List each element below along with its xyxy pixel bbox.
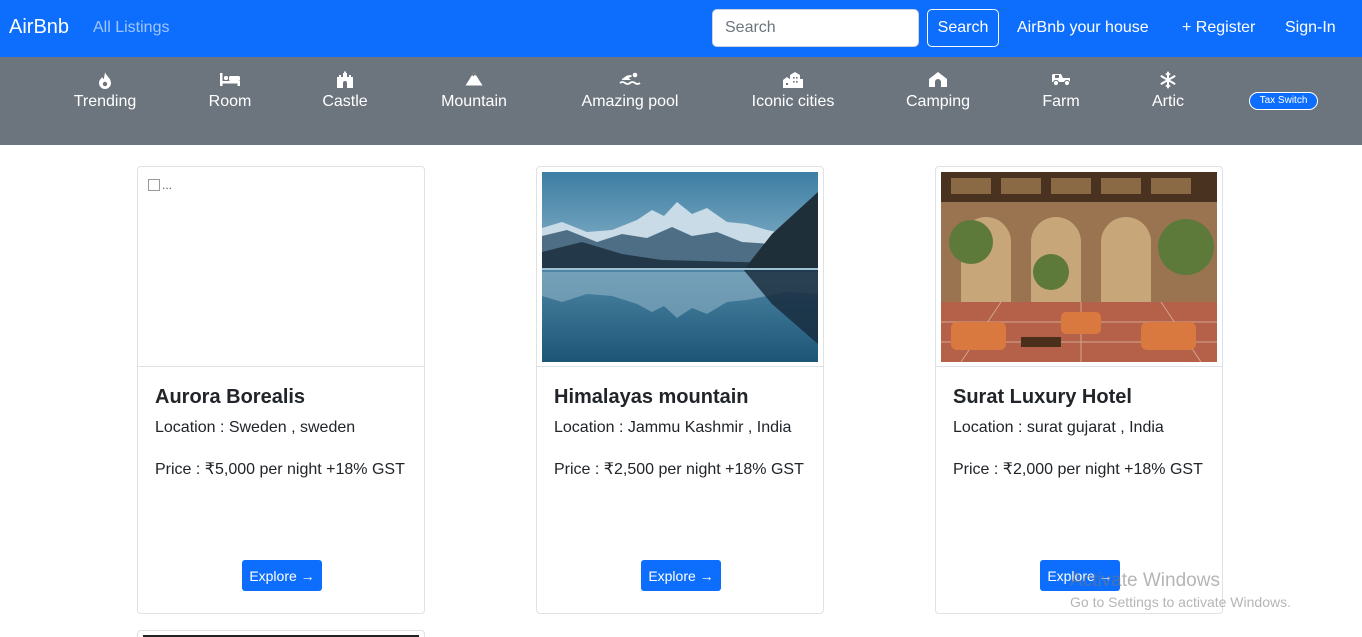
explore-button[interactable]: Explore → (641, 560, 721, 591)
listing-price: Price : ₹5,000 per night +18% GST (155, 461, 405, 478)
search-input[interactable] (712, 9, 919, 47)
filter-amazing-pool[interactable]: Amazing pool (570, 71, 690, 111)
filter-room[interactable]: Room (170, 71, 290, 111)
listing-location: Location : Jammu Kashmir , India (554, 419, 792, 436)
listing-price: Price : ₹2,500 per night +18% GST (554, 461, 804, 478)
bed-icon (170, 71, 290, 91)
filter-label: Camping (905, 93, 971, 110)
hotel-lobby-image[interactable] (941, 172, 1217, 362)
listing-title: Aurora Borealis (155, 386, 306, 408)
watermark-title: Activate Windows (1070, 570, 1220, 591)
listing-card[interactable] (137, 630, 425, 637)
category-filter-bar: Trending Room Castle Mountain Amazing po… (0, 57, 1362, 145)
city-icon (733, 71, 853, 91)
castle-icon (285, 71, 405, 91)
search-button[interactable]: Search (927, 9, 999, 47)
filter-label: Iconic cities (751, 93, 835, 110)
listing-image-frame (537, 167, 823, 367)
all-listings-link[interactable]: All Listings (93, 19, 169, 37)
fire-icon (45, 71, 165, 91)
listing-location: Location : surat gujarat , India (953, 419, 1164, 436)
filter-iconic-cities[interactable]: Iconic cities (733, 71, 853, 111)
listing-image-frame (936, 167, 1222, 367)
listing-title: Himalayas mountain (554, 386, 749, 408)
filter-label: Mountain (441, 93, 507, 110)
filter-farm[interactable]: Farm (1001, 71, 1121, 111)
listing-location: Location : Sweden , sweden (155, 419, 356, 436)
swimmer-icon (570, 71, 690, 91)
broken-image-icon (148, 179, 160, 191)
broken-image-alt: ... (148, 178, 172, 192)
mountain-icon (414, 71, 534, 91)
snowflake-icon (1108, 71, 1228, 91)
brand-logo[interactable]: AirBnb (9, 16, 69, 39)
sign-in-link[interactable]: Sign-In (1285, 19, 1336, 37)
listing-card[interactable]: ... Aurora Borealis Location : Sweden , … (137, 166, 425, 614)
tax-switch-toggle[interactable]: Tax Switch (1249, 92, 1318, 110)
top-navbar: AirBnb All Listings Search AirBnb your h… (0, 0, 1362, 57)
listing-image-frame: ... (138, 167, 424, 367)
filter-label: Artic (1152, 93, 1184, 110)
tent-icon (878, 71, 998, 91)
airbnb-your-house-link[interactable]: AirBnb your house (1017, 19, 1149, 37)
image-alt-text: ... (162, 178, 173, 192)
tractor-icon (1001, 71, 1121, 91)
filter-mountain[interactable]: Mountain (414, 71, 534, 111)
filter-label: Trending (73, 93, 137, 110)
filter-trending[interactable]: Trending (45, 71, 165, 111)
filter-label: Amazing pool (581, 93, 679, 110)
listing-price: Price : ₹2,000 per night +18% GST (953, 461, 1203, 478)
register-link[interactable]: + Register (1182, 19, 1255, 37)
broken-listing-image: ... (143, 172, 419, 362)
himalayas-lake-image[interactable] (542, 172, 818, 362)
explore-button[interactable]: Explore → (242, 560, 322, 591)
watermark-subtitle: Go to Settings to activate Windows. (1070, 594, 1291, 610)
filter-label: Castle (322, 93, 368, 110)
listing-title: Surat Luxury Hotel (953, 386, 1132, 408)
listing-card[interactable]: Surat Luxury Hotel Location : surat guja… (935, 166, 1223, 614)
filter-label: Farm (1042, 93, 1080, 110)
filter-castle[interactable]: Castle (285, 71, 405, 111)
listing-card[interactable]: Himalayas mountain Location : Jammu Kash… (536, 166, 824, 614)
filter-camping[interactable]: Camping (878, 71, 998, 111)
filter-artic[interactable]: Artic (1108, 71, 1228, 111)
filter-label: Room (208, 93, 252, 110)
windows-activation-watermark: Activate Windows Go to Settings to activ… (1070, 570, 1291, 610)
